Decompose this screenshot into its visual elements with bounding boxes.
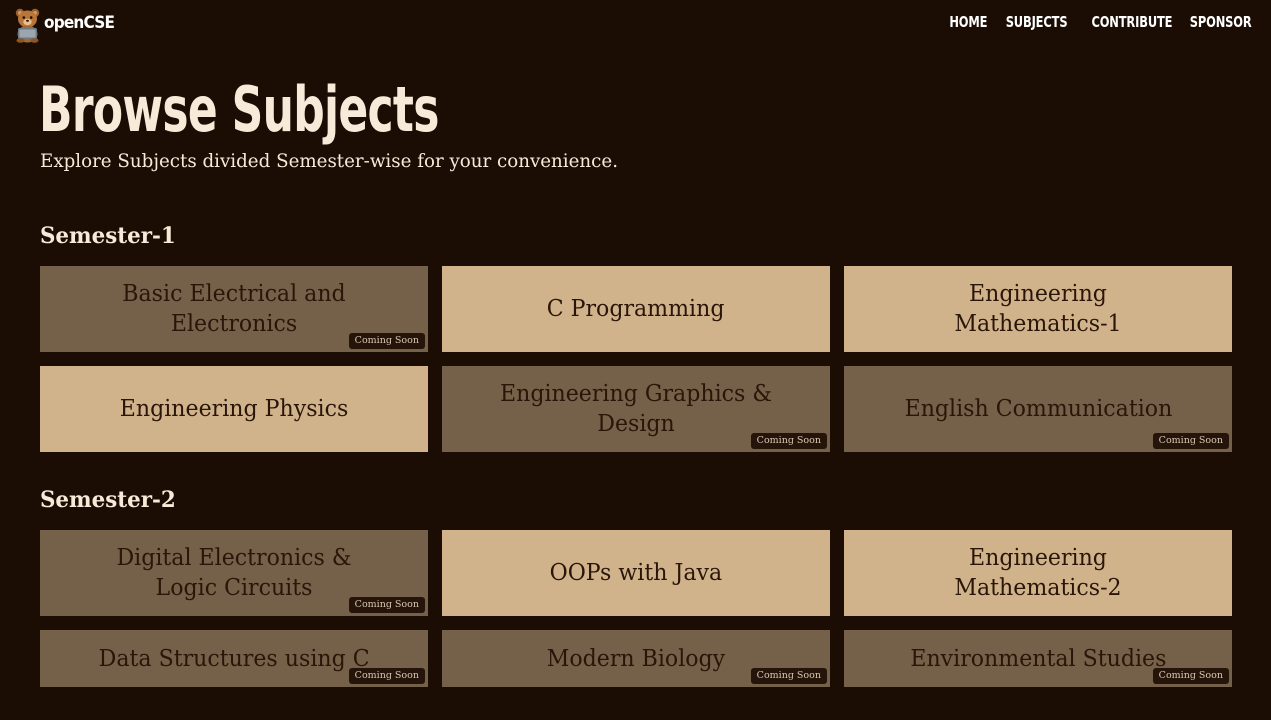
subject-card-engineering-physics[interactable]: Engineering Physics [40, 366, 428, 452]
subject-title: Engineering Mathematics-1 [954, 281, 1122, 337]
coming-soon-badge: Coming Soon [1152, 433, 1229, 449]
subject-card-oops-java[interactable]: OOPs with Java [442, 530, 830, 616]
subject-title: C Programming [547, 296, 725, 322]
subject-title: Basic Electrical and Electronics [122, 281, 346, 337]
coming-soon-badge: Coming Soon [348, 333, 425, 349]
subject-title: Modern Biology [546, 646, 726, 672]
semester-2-heading: Semester-2 [40, 487, 176, 513]
subject-title: Environmental Studies [909, 646, 1167, 672]
semester-1-heading: Semester-1 [40, 223, 176, 249]
subject-card-environmental-studies[interactable]: Environmental Studies Coming Soon [844, 630, 1232, 687]
coming-soon-badge: Coming Soon [348, 668, 425, 684]
nav-home-link[interactable]: HOME [950, 13, 988, 31]
subject-card-engineering-mathematics-1[interactable]: Engineering Mathematics-1 [844, 266, 1232, 352]
subject-title: Engineering Mathematics-2 [954, 545, 1122, 601]
subject-card-digital-electronics[interactable]: Digital Electronics & Logic Circuits Com… [40, 530, 428, 616]
subject-title: Engineering Graphics & Design [499, 381, 773, 437]
page-title: Browse Subjects [39, 73, 439, 146]
nav-links: HOME SUBJECTS CONTRIBUTE SPONSOR [936, 13, 1253, 31]
semester-2-grid: Digital Electronics & Logic Circuits Com… [40, 530, 1232, 687]
coming-soon-badge: Coming Soon [1152, 668, 1229, 684]
subject-card-c-programming[interactable]: C Programming [442, 266, 830, 352]
subject-title: English Communication [904, 396, 1172, 422]
subject-card-data-structures[interactable]: Data Structures using C Coming Soon [40, 630, 428, 687]
subject-title: Engineering Physics [119, 396, 349, 422]
subject-card-basic-electrical[interactable]: Basic Electrical and Electronics Coming … [40, 266, 428, 352]
subject-card-engineering-mathematics-2[interactable]: Engineering Mathematics-2 [844, 530, 1232, 616]
subject-title: OOPs with Java [549, 560, 723, 586]
subject-card-modern-biology[interactable]: Modern Biology Coming Soon [442, 630, 830, 687]
brand-name: openCSE [44, 13, 115, 33]
subject-card-english-communication[interactable]: English Communication Coming Soon [844, 366, 1232, 452]
brand-home-link[interactable]: openCSE [13, 7, 115, 43]
semester-1-grid: Basic Electrical and Electronics Coming … [40, 266, 1232, 452]
nav-subjects-link[interactable]: SUBJECTS [1005, 13, 1067, 31]
nav-sponsor-link[interactable]: SPONSOR [1190, 13, 1252, 31]
subject-title: Data Structures using C [98, 646, 370, 672]
teddy-bear-icon [15, 8, 40, 43]
subject-card-engineering-graphics[interactable]: Engineering Graphics & Design Coming Soo… [442, 366, 830, 452]
page-subtitle: Explore Subjects divided Semester-wise f… [40, 150, 618, 172]
coming-soon-badge: Coming Soon [750, 668, 827, 684]
coming-soon-badge: Coming Soon [348, 597, 425, 613]
navbar: openCSE HOME SUBJECTS CONTRIBUTE SPONSOR [0, 0, 1271, 50]
subject-title: Digital Electronics & Logic Circuits [116, 545, 352, 601]
nav-contribute-link[interactable]: CONTRIBUTE [1092, 13, 1173, 31]
coming-soon-badge: Coming Soon [750, 433, 827, 449]
